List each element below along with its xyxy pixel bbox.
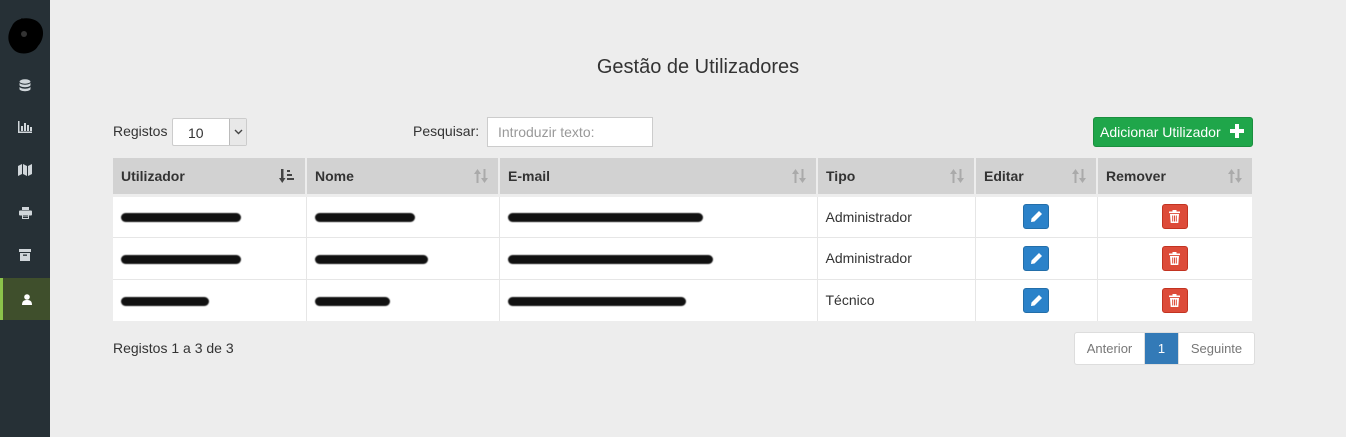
cell-remove [1097,278,1252,321]
length-label: Registos [113,123,168,139]
pencil-icon [1030,294,1042,306]
sort-icon [950,169,964,186]
column-header-editar[interactable]: Editar [975,158,1098,195]
pagination: Anterior 1 Seguinte [1074,332,1255,365]
archive-icon [19,249,31,261]
redacted-text [507,297,686,307]
column-header-nome[interactable]: Nome [306,158,500,195]
redacted-text [121,213,241,223]
cell-email [499,278,818,321]
cell-nome [306,193,500,237]
column-header-tipo[interactable]: Tipo [817,158,976,195]
cell-email [499,193,818,237]
edit-button[interactable] [1023,204,1049,229]
add-user-label: Adicionar Utilizador [1100,124,1221,140]
previous-page-button[interactable]: Anterior [1075,333,1145,364]
plus-icon [1230,124,1244,141]
sidebar-item-print[interactable] [0,192,50,234]
pencil-icon [1030,211,1042,222]
database-icon [19,78,31,92]
cell-tipo: Administrador [817,236,976,279]
length-value: 10 [188,125,204,141]
sidebar-item-archive[interactable] [0,234,50,276]
redacted-text [314,254,428,264]
cell-nome [306,278,500,321]
page-1-button[interactable]: 1 [1145,333,1178,364]
user-icon [21,293,32,305]
print-icon [18,207,32,219]
page-title: Gestão de Utilizadores [596,56,800,78]
cell-nome [306,236,500,279]
delete-button[interactable] [1161,245,1188,271]
delete-button[interactable] [1161,287,1188,313]
sidebar-item-map[interactable] [0,149,50,191]
redacted-text [507,213,703,223]
sort-icon [792,169,806,186]
redacted-text [314,213,415,223]
column-header-utilizador[interactable]: Utilizador [113,158,307,195]
sidebar-item-database[interactable] [0,64,50,106]
sidebar [0,0,50,437]
redacted-text [314,297,390,307]
edit-button[interactable] [1023,245,1049,271]
cell-edit [975,236,1098,279]
cell-tipo: Técnico [817,278,976,321]
pencil-icon [1030,252,1042,264]
sort-icon [1072,169,1086,186]
length-select[interactable]: 10 [172,118,247,146]
sidebar-item-users[interactable] [0,278,50,320]
cell-tipo: Administrador [817,193,976,237]
cell-email [499,236,818,279]
cell-utilizador [113,193,307,237]
add-user-button[interactable]: Adicionar Utilizador [1093,117,1253,147]
trash-icon [1169,251,1181,265]
cell-utilizador [113,236,307,279]
next-page-button[interactable]: Seguinte [1178,333,1254,364]
cell-utilizador [113,278,307,321]
bar-chart-icon [18,121,32,133]
users-table: Utilizador Nome E-mail Tipo Editar Remov… [113,158,1252,321]
cell-edit [975,193,1098,237]
sort-icon [474,169,488,186]
map-icon [18,164,32,176]
redacted-text [121,254,241,264]
logo[interactable] [4,12,46,58]
delete-button[interactable] [1161,204,1188,229]
chevron-down-icon [229,119,246,145]
redacted-text [121,297,209,307]
cell-edit [975,278,1098,321]
sort-icon [1228,169,1242,186]
trash-icon [1169,210,1181,223]
column-header-email[interactable]: E-mail [499,158,818,195]
table-row: Administrador [113,193,1252,237]
table-row: Técnico [113,278,1252,321]
sort-ascending-icon [279,169,295,186]
table-row: Administrador [113,236,1252,279]
trash-icon [1169,293,1181,307]
edit-button[interactable] [1023,287,1049,313]
cell-remove [1097,193,1252,237]
column-header-remover[interactable]: Remover [1097,158,1252,195]
search-label: Pesquisar: [413,123,480,139]
table-info: Registos 1 a 3 de 3 [113,340,234,356]
sidebar-item-statistics[interactable] [0,106,50,148]
cell-remove [1097,236,1252,279]
redacted-text [507,254,713,264]
table-header-row: Utilizador Nome E-mail Tipo Editar Remov… [113,158,1252,195]
search-input[interactable] [487,117,653,147]
